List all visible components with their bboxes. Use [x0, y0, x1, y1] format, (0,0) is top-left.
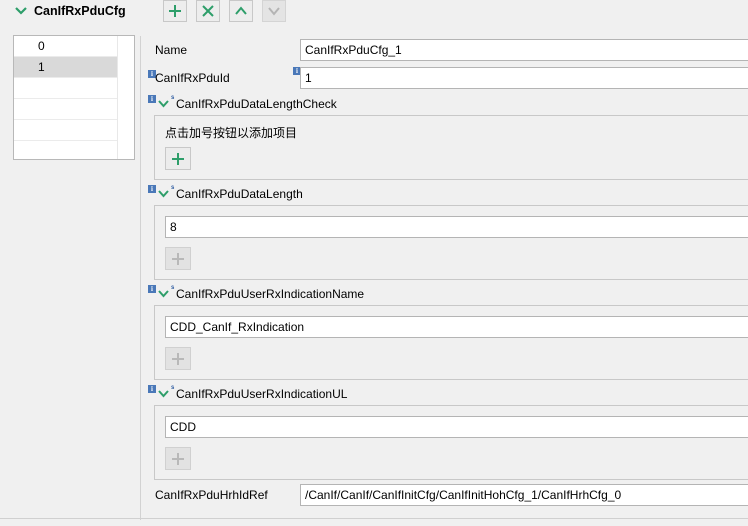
- info-icon: i: [148, 95, 156, 103]
- pane-splitter[interactable]: [140, 36, 141, 520]
- plus-icon: [169, 5, 181, 17]
- name-label: Name: [155, 43, 188, 57]
- list-item-empty: [14, 78, 117, 99]
- section-title: CanIfRxPduCfg: [34, 4, 126, 18]
- plus-icon: [172, 252, 184, 265]
- close-icon: [202, 5, 214, 17]
- list-column-divider: [117, 36, 118, 159]
- list-item-empty: [14, 141, 117, 162]
- dlc-check-section-title: CanIfRxPduDataLengthCheck: [176, 97, 337, 111]
- info-icon: i: [148, 385, 156, 393]
- plus-icon: [172, 352, 184, 365]
- list-item[interactable]: 0: [14, 36, 117, 57]
- list-item-selected[interactable]: 1: [14, 57, 117, 78]
- move-down-button[interactable]: [262, 0, 286, 22]
- pdu-id-label: CanIfRxPduId: [155, 71, 230, 85]
- chevron-down-icon: [268, 7, 280, 16]
- list-item-label: 0: [38, 39, 45, 53]
- pdu-id-input[interactable]: 1: [300, 67, 748, 89]
- list-item-empty: [14, 120, 117, 141]
- add-data-length-button[interactable]: [165, 247, 191, 270]
- section-collapse-icon[interactable]: [158, 99, 169, 108]
- chevron-up-icon: [235, 6, 247, 15]
- section-collapse-icon[interactable]: [158, 389, 169, 398]
- add-indication-ul-button[interactable]: [165, 447, 191, 470]
- info-icon: i: [148, 285, 156, 293]
- move-up-button[interactable]: [229, 0, 253, 22]
- list-item-label: 1: [38, 60, 45, 74]
- indication-ul-input[interactable]: CDD: [165, 416, 748, 438]
- section-collapse-icon[interactable]: [158, 289, 169, 298]
- section-collapse-icon[interactable]: [158, 189, 169, 198]
- list-item-empty: [14, 99, 117, 120]
- name-input[interactable]: CanIfRxPduCfg_1: [300, 39, 748, 61]
- bottom-divider: [0, 518, 748, 519]
- info-icon: i: [148, 185, 156, 193]
- delete-item-button[interactable]: [196, 0, 220, 22]
- add-item-button[interactable]: [163, 0, 187, 22]
- hrh-ref-label: CanIfRxPduHrhIdRef: [155, 488, 268, 502]
- empty-list-hint: 点击加号按钮以添加项目: [165, 126, 298, 140]
- data-length-section-title: CanIfRxPduDataLength: [176, 187, 303, 201]
- indication-name-input[interactable]: CDD_CanIf_RxIndication: [165, 316, 748, 338]
- dlc-check-panel: [154, 115, 748, 180]
- hrh-ref-input[interactable]: /CanIf/CanIf/CanIfInitCfg/CanIfInitHohCf…: [300, 484, 748, 506]
- plus-icon: [172, 452, 184, 465]
- plus-icon: [172, 152, 184, 165]
- add-dlc-check-button[interactable]: [165, 147, 191, 170]
- collapse-chevron-icon[interactable]: [14, 5, 28, 17]
- data-length-input[interactable]: 8: [165, 216, 748, 238]
- instance-list[interactable]: 0 1: [13, 35, 135, 160]
- indication-name-section-title: CanIfRxPduUserRxIndicationName: [176, 287, 365, 301]
- indication-ul-section-title: CanIfRxPduUserRxIndicationUL: [176, 387, 348, 401]
- add-indication-name-button[interactable]: [165, 347, 191, 370]
